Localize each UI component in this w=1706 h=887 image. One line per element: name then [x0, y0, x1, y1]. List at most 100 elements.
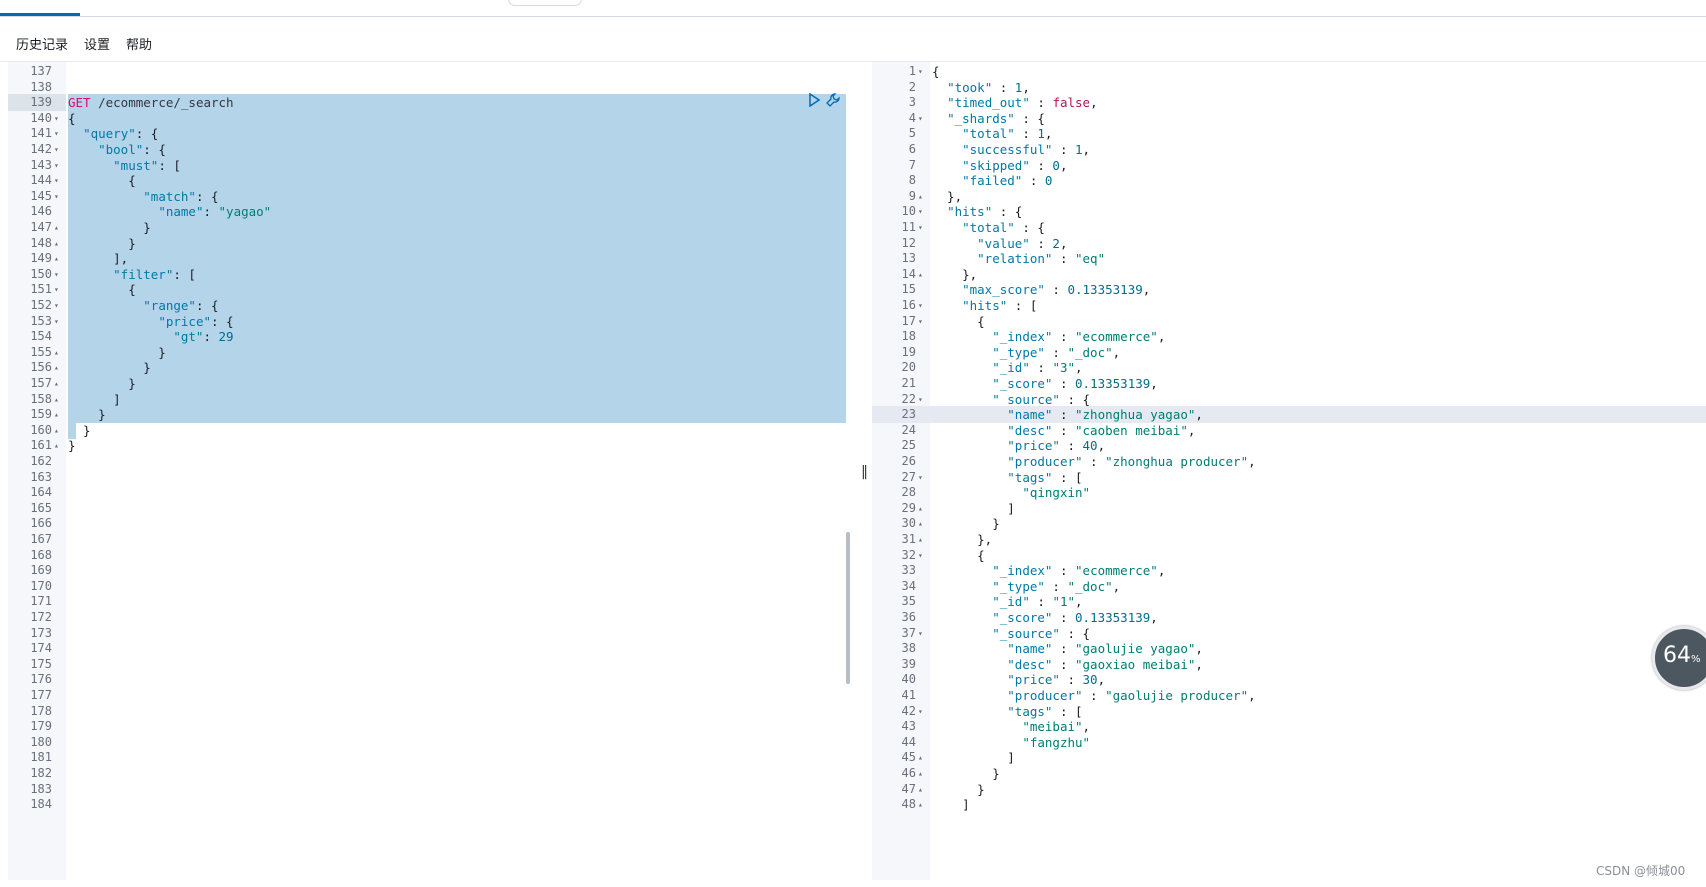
fold-toggle-icon[interactable]: ▾ [54, 110, 59, 127]
response-line[interactable]: 11 ▾ "total" : { [872, 219, 1706, 236]
request-line[interactable]: 146 "name": "yagao" [8, 203, 847, 220]
fold-toggle-icon[interactable]: ▾ [54, 125, 59, 142]
request-line[interactable]: 163 [8, 469, 847, 486]
response-line[interactable]: 7 "skipped" : 0, [872, 157, 1706, 174]
fold-toggle-icon[interactable]: ▾ [54, 266, 59, 283]
fold-toggle-icon[interactable]: ▴ [54, 235, 59, 252]
request-line[interactable]: 173 [8, 625, 847, 642]
fold-toggle-icon[interactable]: ▴ [54, 375, 59, 392]
editor-scrollbar[interactable] [846, 532, 850, 684]
response-line[interactable]: 6 "successful" : 1, [872, 141, 1706, 158]
response-line[interactable]: 31 ▴ }, [872, 531, 1706, 548]
request-line[interactable]: 141 ▾ "query": { [8, 125, 847, 142]
response-line[interactable]: 36 "_score" : 0.13353139, [872, 609, 1706, 626]
request-line[interactable]: 140 ▾ { [8, 110, 847, 127]
request-line[interactable]: 167 [8, 531, 847, 548]
request-line[interactable]: 176 [8, 671, 847, 688]
response-line[interactable]: 33 "_index" : "ecommerce", [872, 562, 1706, 579]
fold-toggle-icon[interactable]: ▾ [918, 469, 923, 486]
fold-toggle-icon[interactable]: ▾ [918, 63, 923, 80]
response-line[interactable]: 14 ▴ }, [872, 266, 1706, 283]
menu-history[interactable]: 历史记录 [16, 34, 68, 53]
fold-toggle-icon[interactable]: ▴ [54, 219, 59, 236]
request-line[interactable]: 161 ▴} [8, 437, 847, 454]
response-line[interactable]: 21 "_score" : 0.13353139, [872, 375, 1706, 392]
request-line[interactable]: 155 ▴ } [8, 344, 847, 361]
request-line[interactable]: 147 ▴ } [8, 219, 847, 236]
response-line[interactable]: 23 "name" : "zhonghua yagao", [872, 406, 1706, 423]
fold-toggle-icon[interactable]: ▴ [918, 188, 923, 205]
response-line[interactable]: 37 ▾ "_source" : { [872, 625, 1706, 642]
response-line[interactable]: 9 ▴ }, [872, 188, 1706, 205]
request-line[interactable]: 182 [8, 765, 847, 782]
response-line[interactable]: 22 ▾ "_source" : { [872, 391, 1706, 408]
request-line[interactable]: 184 [8, 796, 847, 813]
response-line[interactable]: 18 "_index" : "ecommerce", [872, 328, 1706, 345]
request-line[interactable]: 170 [8, 578, 847, 595]
request-line[interactable]: 151 ▾ { [8, 281, 847, 298]
play-icon[interactable] [808, 93, 820, 107]
fold-toggle-icon[interactable]: ▾ [54, 297, 59, 314]
request-line[interactable]: 175 [8, 656, 847, 673]
request-line[interactable]: 180 [8, 734, 847, 751]
fold-toggle-icon[interactable]: ▾ [918, 547, 923, 564]
request-line[interactable]: 183 [8, 781, 847, 798]
request-line[interactable]: 138 [8, 79, 847, 96]
response-line[interactable]: 12 "value" : 2, [872, 235, 1706, 252]
response-line[interactable]: 17 ▾ { [872, 313, 1706, 330]
response-line[interactable]: 47 ▴ } [872, 781, 1706, 798]
response-line[interactable]: 19 "_type" : "_doc", [872, 344, 1706, 361]
fold-toggle-icon[interactable]: ▾ [54, 141, 59, 158]
response-line[interactable]: 10 ▾ "hits" : { [872, 203, 1706, 220]
fold-toggle-icon[interactable]: ▾ [54, 281, 59, 298]
request-line[interactable]: 177 [8, 687, 847, 704]
response-line[interactable]: 13 "relation" : "eq" [872, 250, 1706, 267]
fold-toggle-icon[interactable]: ▴ [54, 437, 59, 454]
fold-toggle-icon[interactable]: ▴ [918, 781, 923, 798]
request-line[interactable]: 159 ▴ } [8, 406, 847, 423]
active-tab-indicator[interactable] [0, 13, 80, 16]
response-line[interactable]: 48 ▴ ] [872, 796, 1706, 813]
fold-toggle-icon[interactable]: ▴ [54, 344, 59, 361]
response-line[interactable]: 4 ▾ "_shards" : { [872, 110, 1706, 127]
request-line[interactable]: 181 [8, 749, 847, 766]
fold-toggle-icon[interactable]: ▾ [918, 110, 923, 127]
request-line[interactable]: 165 [8, 500, 847, 517]
fold-toggle-icon[interactable]: ▴ [54, 359, 59, 376]
fold-toggle-icon[interactable]: ▴ [54, 391, 59, 408]
fold-toggle-icon[interactable]: ▾ [54, 157, 59, 174]
request-line[interactable]: 169 [8, 562, 847, 579]
response-line[interactable]: 16 ▾ "hits" : [ [872, 297, 1706, 314]
fold-toggle-icon[interactable]: ▴ [918, 266, 923, 283]
request-line[interactable]: 178 [8, 703, 847, 720]
response-line[interactable]: 27 ▾ "tags" : [ [872, 469, 1706, 486]
request-line[interactable]: 152 ▾ "range": { [8, 297, 847, 314]
request-line[interactable]: 150 ▾ "filter": [ [8, 266, 847, 283]
response-line[interactable]: 28 "qingxin" [872, 484, 1706, 501]
menu-help[interactable]: 帮助 [126, 34, 152, 53]
response-line[interactable]: 29 ▴ ] [872, 500, 1706, 517]
response-line[interactable]: 40 "price" : 30, [872, 671, 1706, 688]
request-line[interactable]: 149 ▴ ], [8, 250, 847, 267]
request-line[interactable]: 168 [8, 547, 847, 564]
response-line[interactable]: 41 "producer" : "gaolujie producer", [872, 687, 1706, 704]
request-line[interactable]: 154 "gt": 29 [8, 328, 847, 345]
fold-toggle-icon[interactable]: ▴ [918, 796, 923, 813]
fold-toggle-icon[interactable]: ▾ [918, 313, 923, 330]
fold-toggle-icon[interactable]: ▾ [918, 625, 923, 642]
response-line[interactable]: 24 "desc" : "caoben meibai", [872, 422, 1706, 439]
pane-divider[interactable] [847, 62, 872, 880]
response-line[interactable]: 8 "failed" : 0 [872, 172, 1706, 189]
response-line[interactable]: 3 "timed_out" : false, [872, 94, 1706, 111]
request-line[interactable]: 179 [8, 718, 847, 735]
request-line[interactable]: 162 [8, 453, 847, 470]
request-line[interactable]: 158 ▴ ] [8, 391, 847, 408]
response-line[interactable]: 30 ▴ } [872, 515, 1706, 532]
response-line[interactable]: 35 "_id" : "1", [872, 593, 1706, 610]
response-line[interactable]: 5 "total" : 1, [872, 125, 1706, 142]
fold-toggle-icon[interactable]: ▴ [918, 515, 923, 532]
response-line[interactable]: 44 "fangzhu" [872, 734, 1706, 751]
response-line[interactable]: 39 "desc" : "gaoxiao meibai", [872, 656, 1706, 673]
request-line[interactable]: 166 [8, 515, 847, 532]
request-line[interactable]: 139 GET /ecommerce/_search [8, 94, 847, 111]
